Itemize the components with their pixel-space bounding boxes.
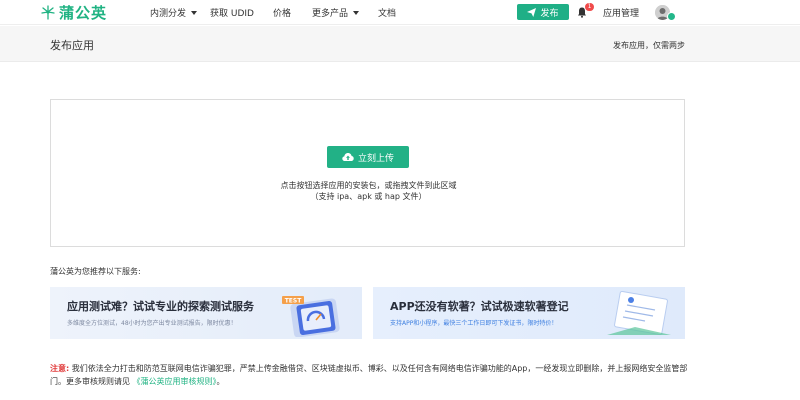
chevron-down-icon [353,10,360,15]
nav-item-label: 内测分发 [150,9,187,19]
top-navbar: 蒲公英 内测分发 获取 UDID 价格 更多产品 文档 发布 1 应用管理 [0,0,800,25]
recommend-title: 蒲公英为您推荐以下服务: [50,267,141,276]
publish-button[interactable]: 发布 [517,4,569,20]
upload-dropzone[interactable]: 立刻上传 点击按钮选择应用的安装包，或拖拽文件到此区域 （支持 ipa、apk … [50,99,685,247]
notice-end: 。 [216,377,225,386]
recommend-card-testing[interactable]: 应用测试难？试试专业的探索测试服务 多维度全方位测试，48小时为您产出专业测试报… [50,287,362,339]
upload-button-label: 立刻上传 [357,153,394,164]
certificate-illustration-icon [607,291,671,336]
upload-formats: （支持 ipa、apk 或 hap 文件） [310,192,427,201]
verified-badge-icon [667,12,676,21]
cloud-upload-icon [342,153,354,161]
recommend-card-copyright[interactable]: APP还没有软著？试试极速软著登记 支持APP和小程序，最快三个工作日即可下发证… [373,287,685,339]
nav-item-pricing[interactable]: 价格 [273,6,291,19]
page-header: 发布应用 发布应用，仅需两步 [0,26,800,62]
upload-button[interactable]: 立刻上传 [327,146,409,168]
test-tag: TEST [285,297,303,304]
notification-badge: 1 [585,3,594,11]
nav-item-get-udid[interactable]: 获取 UDID [210,6,254,19]
nav-item-more-products[interactable]: 更多产品 [312,6,360,19]
test-report-illustration-icon: TEST [282,296,340,337]
review-rules-link[interactable]: 《蒲公英应用审核规则》 [133,377,217,386]
page-subtitle: 发布应用，仅需两步 [613,41,685,50]
nav-item-label: 更多产品 [312,9,349,19]
nav-item-label: 文档 [378,9,397,19]
page-title: 发布应用 [50,39,94,52]
chevron-down-icon [191,10,198,15]
card-title: 应用测试难？试试专业的探索测试服务 [67,300,254,313]
upload-hint: 点击按钮选择应用的安装包，或拖拽文件到此区域 [280,181,457,190]
nav-item-label: 价格 [273,9,292,19]
notice-text: 注意: 我们依法全力打击和防范互联网电信诈骗犯罪，严禁上传金融借贷、区块链虚拟币… [50,362,690,388]
nav-item-docs[interactable]: 文档 [378,6,396,19]
nav-item-distribution[interactable]: 内测分发 [150,6,198,19]
notice-label: 注意: [50,364,70,373]
brand-name: 蒲公英 [59,3,108,22]
card-title: APP还没有软著？试试极速软著登记 [390,300,569,313]
publish-button-label: 发布 [540,8,559,19]
nav-item-label: 获取 UDID [210,9,254,19]
logo[interactable]: 蒲公英 [40,3,108,22]
app-management-link[interactable]: 应用管理 [603,6,639,19]
paper-plane-icon [527,7,537,17]
card-desc: 支持APP和小程序，最快三个工作日即可下发证书，限时特价！ [390,320,558,327]
card-desc: 多维度全方位测试，48小时为您产出专业测试报告，限时优惠！ [67,320,237,327]
dandelion-logo-icon [41,5,55,20]
